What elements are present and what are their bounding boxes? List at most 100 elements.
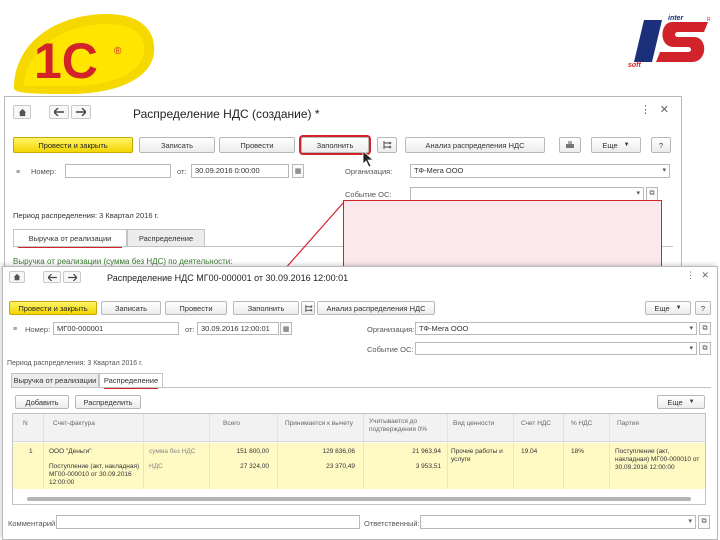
- chevron-down-icon: ▼: [675, 305, 682, 311]
- structure-button[interactable]: [377, 137, 397, 153]
- comment-label: Комментарий:: [8, 519, 58, 528]
- inter-logo-text: inter: [668, 15, 684, 22]
- post-button[interactable]: Провести: [219, 137, 295, 153]
- cell-vat-account: 19.04: [521, 448, 538, 455]
- table-more-label: Еще: [667, 397, 683, 407]
- column-header-batch: Партия: [617, 420, 639, 427]
- pointer-line: [283, 201, 345, 271]
- calendar-button[interactable]: ▦: [292, 164, 304, 178]
- cell-kind-without-vat: сумма без НДС: [149, 448, 196, 455]
- column-divider: [513, 414, 514, 489]
- date-input[interactable]: 30.09.2016 0:00:00: [191, 164, 289, 178]
- structure-button[interactable]: [301, 301, 315, 315]
- help-button[interactable]: ?: [651, 137, 671, 153]
- organization-label: Организация:: [367, 325, 415, 334]
- revenue-section-title: Выручка от реализации (сумма без НДС) по…: [13, 257, 233, 266]
- more-button-label: Еще: [654, 303, 670, 313]
- fill-button[interactable]: Заполнить: [233, 301, 299, 315]
- open-event-button[interactable]: ⧉: [699, 342, 711, 355]
- tab-revenue[interactable]: Выручка от реализации: [13, 229, 127, 248]
- organization-select[interactable]: ТФ-Мега ООО ▾: [410, 164, 670, 178]
- back-window-menu-icon[interactable]: ⋮: [640, 103, 651, 116]
- more-button[interactable]: Еще ▼: [645, 301, 691, 315]
- number-label: Номер:: [31, 167, 57, 176]
- front-window-title: Распределение НДС МГ00-000001 от 30.09.2…: [107, 273, 349, 283]
- save-button[interactable]: Записать: [139, 137, 215, 153]
- front-window-titlebar: Распределение НДС МГ00-000001 от 30.09.2…: [3, 267, 717, 287]
- tab-revenue[interactable]: Выручка от реализации: [11, 373, 99, 387]
- tab-distribution[interactable]: Распределение: [127, 229, 205, 246]
- cell-total-vat: 27 324,00: [240, 463, 269, 470]
- column-divider: [447, 414, 448, 489]
- back-button[interactable]: [43, 271, 61, 283]
- event-select[interactable]: ▾: [410, 187, 644, 201]
- date-input[interactable]: 30.09.2016 12:00:01: [197, 322, 279, 335]
- comment-input[interactable]: [56, 515, 360, 529]
- save-button[interactable]: Записать: [101, 301, 161, 315]
- calendar-button[interactable]: ▦: [280, 322, 292, 335]
- 1c-logo-text: 1С: [34, 33, 98, 89]
- back-button[interactable]: [49, 105, 69, 119]
- column-header-value-type: Вид ценности: [453, 420, 495, 427]
- event-label: Событие ОС:: [367, 345, 414, 354]
- front-window-close-icon[interactable]: ✕: [701, 270, 709, 281]
- calendar-icon: ▦: [294, 168, 302, 175]
- open-icon: ⧉: [702, 324, 708, 332]
- forward-button[interactable]: [63, 271, 81, 283]
- print-button[interactable]: [559, 137, 581, 153]
- chevron-down-icon: ▼: [623, 142, 630, 148]
- cell-zero-rate-without-vat: 21 963,94: [412, 448, 441, 455]
- column-divider: [43, 414, 44, 489]
- open-organization-button[interactable]: ⧉: [699, 322, 711, 335]
- open-responsible-button[interactable]: ⧉: [698, 515, 710, 529]
- arrow-right-icon: [67, 273, 77, 281]
- distribution-period-text: Период распределения: 3 Квартал 2016 г.: [7, 360, 143, 367]
- calendar-icon: ▦: [282, 325, 290, 333]
- horizontal-scrollbar[interactable]: [27, 497, 691, 501]
- home-button[interactable]: [9, 271, 25, 283]
- distribution-period-text: Период распределения: 3 Квартал 2016 г.: [13, 211, 159, 220]
- responsible-label: Ответственный:: [364, 519, 420, 528]
- responsible-select[interactable]: ▾: [420, 515, 696, 529]
- post-and-close-button[interactable]: Провести и закрыть: [13, 137, 133, 153]
- cell-n: 1: [29, 448, 33, 455]
- list-icon: ≡: [12, 325, 18, 333]
- column-header-total: Всего: [223, 420, 241, 427]
- column-header-deductible: Принимается к вычету: [285, 420, 353, 427]
- table-more-button[interactable]: Еще ▼: [657, 395, 705, 409]
- chevron-down-icon: ▾: [688, 518, 692, 525]
- number-input[interactable]: [65, 164, 171, 178]
- distribution-table[interactable]: N Счет-фактура Всего Принимается к вычет…: [12, 413, 706, 505]
- help-button[interactable]: ?: [695, 301, 711, 315]
- event-select[interactable]: ▾: [415, 342, 697, 355]
- tab-distribution[interactable]: Распределение: [99, 373, 163, 389]
- chevron-down-icon: ▾: [662, 167, 666, 174]
- front-window-menu-icon[interactable]: ⋮: [686, 270, 695, 281]
- vat-analysis-button[interactable]: Анализ распределения НДС: [405, 137, 545, 153]
- fill-button[interactable]: Заполнить: [299, 135, 371, 155]
- arrow-right-icon: [76, 108, 86, 116]
- more-button-label: Еще: [602, 140, 618, 150]
- back-window-title: Распределение НДС (создание) *: [133, 107, 320, 121]
- column-divider: [563, 414, 564, 489]
- distribute-button[interactable]: Распределить: [75, 395, 141, 409]
- organization-label: Организация:: [345, 167, 393, 176]
- home-button[interactable]: [13, 105, 31, 119]
- vat-analysis-button[interactable]: Анализ распределения НДС: [317, 301, 435, 315]
- cell-kind-vat: НДС: [149, 463, 163, 470]
- forward-button[interactable]: [71, 105, 91, 119]
- post-and-close-button[interactable]: Провести и закрыть: [9, 301, 97, 315]
- arrow-left-icon: [54, 108, 64, 116]
- printer-icon: [566, 141, 574, 148]
- organization-select[interactable]: ТФ-Мега ООО ▾: [415, 322, 697, 335]
- add-row-button[interactable]: Добавить: [15, 395, 69, 409]
- post-button[interactable]: Провести: [165, 301, 227, 315]
- back-window-close-icon[interactable]: ✕: [660, 103, 669, 116]
- more-button[interactable]: Еще ▼: [591, 137, 641, 153]
- cell-batch: Поступление (акт, накладная) МГ00-000010…: [615, 448, 700, 471]
- open-event-button[interactable]: ⧉: [646, 187, 658, 201]
- column-header-zero-rate: Учитывается до подтверждения 0%: [369, 418, 428, 433]
- table-header: N Счет-фактура Всего Принимается к вычет…: [13, 414, 705, 442]
- number-input[interactable]: МГ00-000001: [53, 322, 179, 335]
- inter-soft-registered-mark: R: [707, 17, 711, 23]
